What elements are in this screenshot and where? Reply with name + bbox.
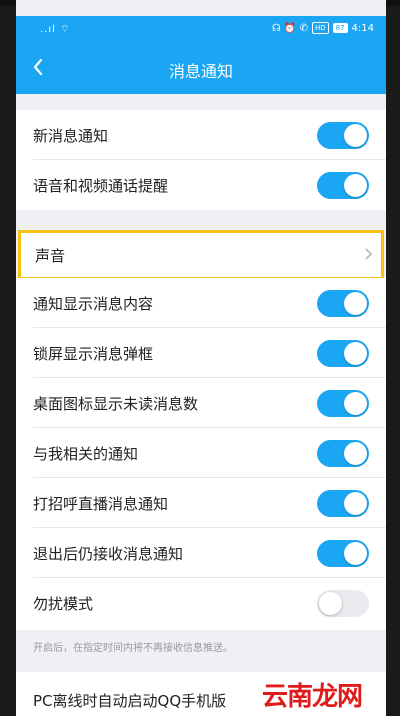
battery-icon: 87 <box>332 23 348 33</box>
nav-header: 消息通知 <box>16 42 386 94</box>
toggle-knob <box>344 442 367 465</box>
toggle-knob <box>319 592 342 615</box>
settings-group-calls: 新消息通知 语音和视频通话提醒 <box>16 110 386 210</box>
status-icons: ☊ ⏰ ✆ <box>271 22 308 34</box>
setting-row-new-message: 新消息通知 <box>16 110 386 160</box>
status-bar: ..ıl ⌔ ☊ ⏰ ✆ HD 87 4:14 <box>16 16 386 42</box>
toggle-knob <box>344 542 367 565</box>
toggle-knob <box>344 392 367 415</box>
setting-row-live-greeting: 打招呼直播消息通知 <box>16 478 386 528</box>
setting-label: 锁屏显示消息弹框 <box>33 345 154 363</box>
setting-row-call-reminder: 语音和视频通话提醒 <box>16 160 386 210</box>
lockscreen-popup-toggle[interactable] <box>317 340 369 367</box>
unread-badge-toggle[interactable] <box>317 390 369 417</box>
watermark-logo: 云南龙网 <box>262 682 363 712</box>
setting-row-do-not-disturb: 勿扰模式 <box>16 578 386 628</box>
setting-row-related-notify: 与我相关的通知 <box>16 428 386 478</box>
phone-screen: ..ıl ⌔ ☊ ⏰ ✆ HD 87 4:14 消息通知 新消息通知 语音和视频… <box>16 0 386 716</box>
settings-group-notifications: 通知显示消息内容 锁屏显示消息弹框 桌面图标显示未读消息数 与我相关的通知 打招… <box>16 278 386 630</box>
chevron-right-icon <box>365 248 373 260</box>
toggle-knob <box>344 124 367 147</box>
setting-label: 与我相关的通知 <box>33 445 139 463</box>
sound-label: 声音 <box>35 247 66 265</box>
setting-label: 语音和视频通话提醒 <box>33 177 169 195</box>
do-not-disturb-toggle[interactable] <box>317 590 369 617</box>
toggle-knob <box>344 174 367 197</box>
page-title: 消息通知 <box>168 62 233 81</box>
receive-after-logout-toggle[interactable] <box>317 540 369 567</box>
setting-label: 新消息通知 <box>33 127 109 145</box>
setting-row-unread-badge: 桌面图标显示未读消息数 <box>16 378 386 428</box>
dnd-description: 开启后，在指定时间内将不再接收信息推送。 <box>33 643 233 654</box>
call-reminder-toggle[interactable] <box>317 172 369 199</box>
related-notify-toggle[interactable] <box>317 440 369 467</box>
toggle-knob <box>344 492 367 515</box>
toggle-knob <box>344 342 367 365</box>
hd-badge: HD <box>311 22 329 34</box>
setting-label: 桌面图标显示未读消息数 <box>33 395 199 413</box>
pc-offline-autostart-label[interactable]: PC离线时自动启动QQ手机版 <box>33 690 226 711</box>
setting-label: 通知显示消息内容 <box>33 295 154 313</box>
new-message-toggle[interactable] <box>317 122 369 149</box>
setting-row-lockscreen-popup: 锁屏显示消息弹框 <box>16 328 386 378</box>
setting-row-receive-after-logout: 退出后仍接收消息通知 <box>16 528 386 578</box>
show-content-toggle[interactable] <box>317 290 369 317</box>
setting-label: 打招呼直播消息通知 <box>33 495 169 513</box>
clock: 4:14 <box>351 22 374 34</box>
sound-setting-row[interactable]: 声音 <box>18 230 384 280</box>
signal-icon: ..ıl ⌔ <box>40 24 71 35</box>
setting-label: 勿扰模式 <box>33 595 94 613</box>
live-greeting-toggle[interactable] <box>317 490 369 517</box>
setting-label: 退出后仍接收消息通知 <box>33 545 184 563</box>
setting-row-show-content: 通知显示消息内容 <box>16 278 386 328</box>
toggle-knob <box>344 292 367 315</box>
